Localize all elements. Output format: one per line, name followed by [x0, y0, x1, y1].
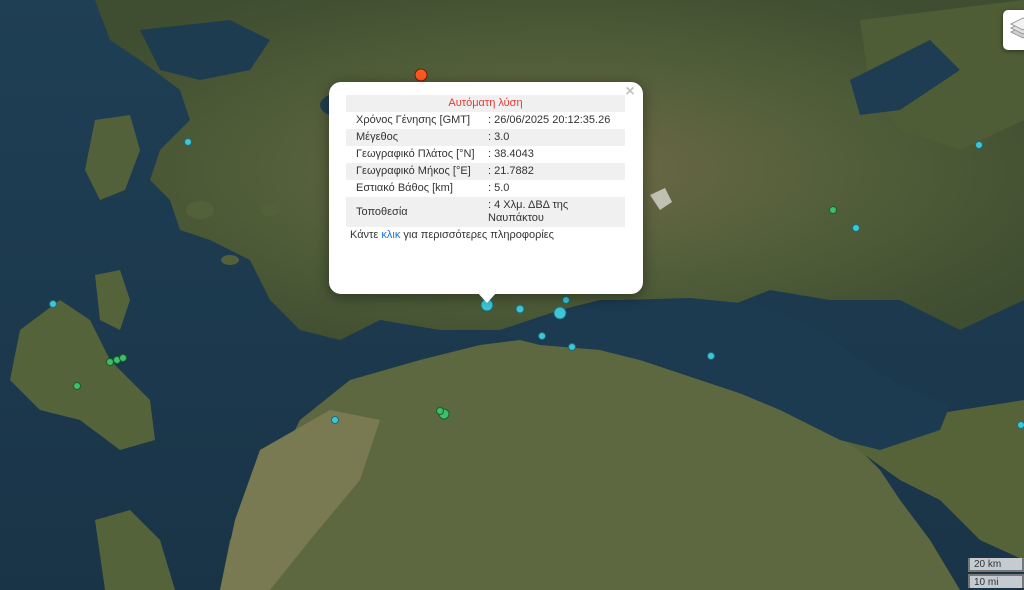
- latitude-value: : 38.4043: [488, 148, 534, 160]
- latitude-label: Γεωγραφικό Πλάτος [°N]: [356, 148, 475, 160]
- quake-marker-green[interactable]: [829, 206, 837, 214]
- popup-title: Αυτόματη λύση: [346, 95, 625, 112]
- origin-time-label: Χρόνος Γένησης [GMT]: [356, 114, 471, 126]
- quake-marker[interactable]: [49, 300, 57, 308]
- quake-marker[interactable]: [975, 141, 983, 149]
- more-info-prefix: Κάντε: [350, 229, 382, 241]
- quake-marker[interactable]: [562, 296, 570, 304]
- longitude-label: Γεωγραφικό Μήκος [°E]: [346, 163, 484, 180]
- quake-marker-recent[interactable]: [414, 68, 428, 82]
- quake-marker[interactable]: [184, 138, 192, 146]
- quake-marker[interactable]: [707, 352, 715, 360]
- earthquake-info-popup: × Αυτόματη λύση Χρόνος Γένησης [GMT] : 2…: [329, 82, 643, 294]
- magnitude-label: Μέγεθος: [346, 129, 484, 146]
- more-info-link[interactable]: κλικ: [381, 229, 400, 241]
- more-info-text: Κάντε κλικ για περισσότερες πληροφορίες: [346, 227, 625, 244]
- map-scale: 20 km 10 mi: [968, 556, 1024, 590]
- quake-marker-green[interactable]: [436, 407, 444, 415]
- depth-value: : 5.0: [488, 182, 510, 194]
- quake-marker[interactable]: [1017, 421, 1024, 429]
- layers-icon: [1009, 17, 1024, 39]
- quake-marker[interactable]: [852, 224, 860, 232]
- small-island: [221, 255, 239, 265]
- popup-pointer: [477, 292, 497, 303]
- small-island: [186, 201, 214, 219]
- quake-marker[interactable]: [568, 343, 576, 351]
- more-info-suffix: για περισσότερες πληροφορίες: [400, 229, 554, 241]
- scale-mi: 10 mi: [968, 574, 1024, 588]
- scale-km: 20 km: [968, 558, 1024, 572]
- quake-marker[interactable]: [515, 304, 525, 314]
- quake-marker-green[interactable]: [73, 382, 81, 390]
- earthquake-details-table: Αυτόματη λύση Χρόνος Γένησης [GMT] : 26/…: [346, 95, 625, 244]
- depth-label: Εστιακό Βάθος [km]: [356, 182, 453, 194]
- quake-marker-green[interactable]: [119, 354, 127, 362]
- quake-marker[interactable]: [538, 332, 546, 340]
- small-island: [260, 204, 280, 216]
- quake-marker[interactable]: [331, 416, 339, 424]
- magnitude-value: : 3.0: [484, 129, 625, 146]
- location-value: : 4 Χλμ. ΔΒΔ της Ναυπάκτου: [484, 197, 625, 227]
- quake-marker-green[interactable]: [106, 358, 114, 366]
- layers-control-button[interactable]: [1003, 10, 1024, 50]
- longitude-value: : 21.7882: [484, 163, 625, 180]
- location-label: Τοποθεσία: [346, 197, 484, 227]
- close-icon[interactable]: ×: [623, 84, 637, 100]
- quake-marker[interactable]: [553, 306, 567, 320]
- origin-time-value: : 26/06/2025 20:12:35.26: [488, 114, 611, 126]
